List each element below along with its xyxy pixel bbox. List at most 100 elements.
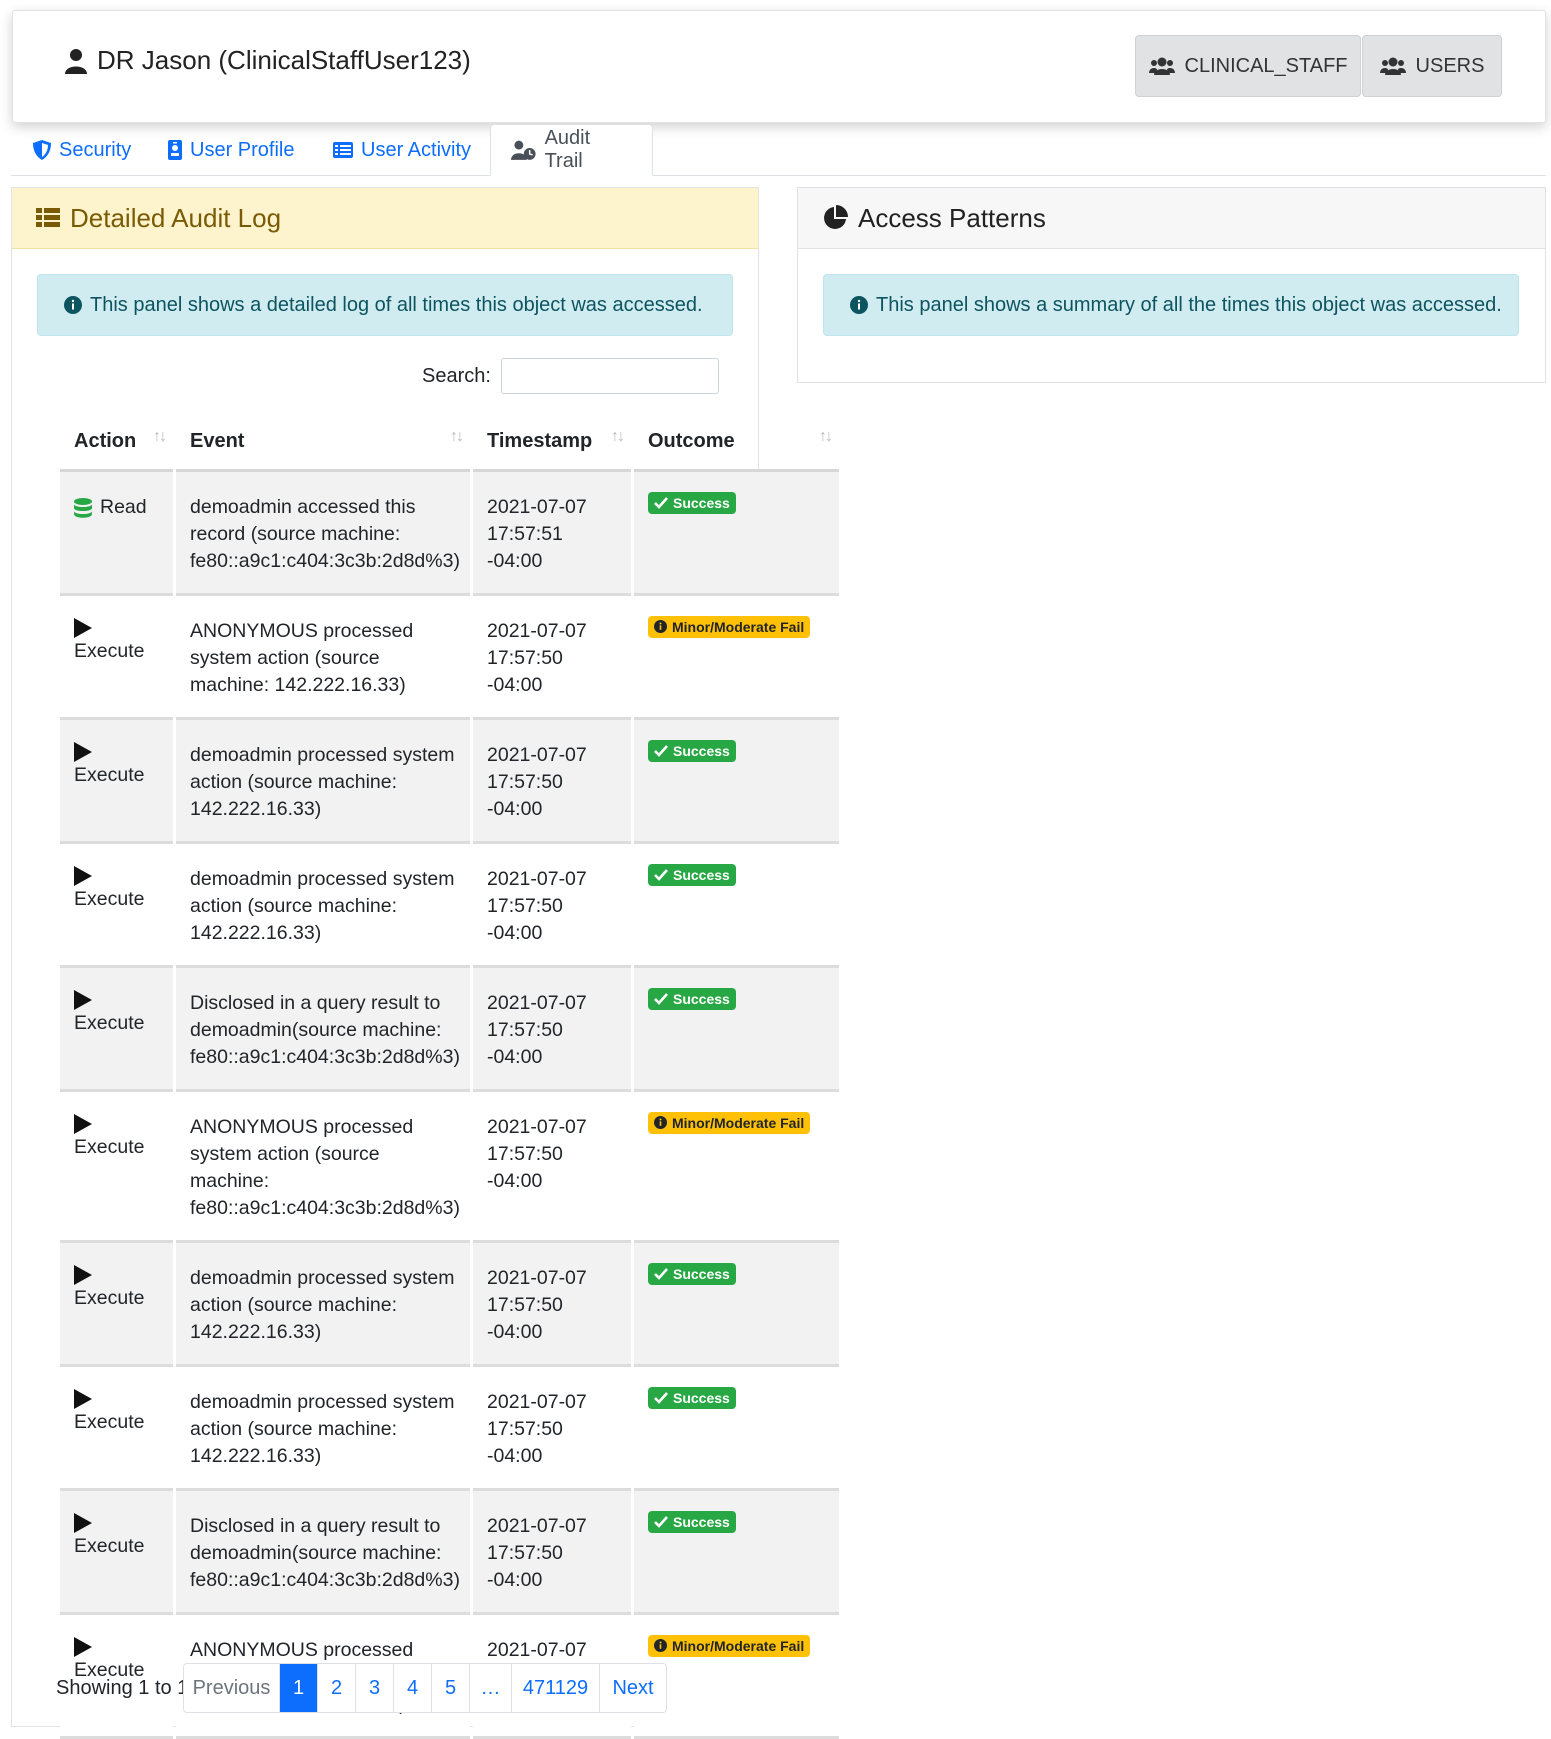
tab-security[interactable]: Security xyxy=(33,124,131,176)
cell-timestamp: 2021-07-07 17:57:50 -04:00 xyxy=(473,968,631,1092)
cell-event: Disclosed in a query result to demoadmin… xyxy=(176,968,470,1092)
action-label: Execute xyxy=(74,888,145,910)
cell-action: Execute xyxy=(60,844,173,968)
pagination-next[interactable]: Next xyxy=(600,1664,666,1712)
cell-timestamp: 2021-07-07 17:57:50 -04:00 xyxy=(473,1491,631,1615)
outcome-label: Minor/Moderate Fail xyxy=(672,1637,805,1654)
action-label: Execute xyxy=(74,1287,145,1309)
table-row: Execute demoadmin processed system action… xyxy=(60,720,839,844)
cell-outcome: Success xyxy=(634,844,839,968)
action-read: Read xyxy=(74,494,163,521)
cell-timestamp: 2021-07-07 17:57:50 -04:00 xyxy=(473,720,631,844)
outcome-badge: Success xyxy=(648,1511,736,1533)
outcome-label: Minor/Moderate Fail xyxy=(672,1114,805,1131)
column-header-timestamp-label: Timestamp xyxy=(487,430,593,452)
outcome-badge: Success xyxy=(648,864,736,886)
search-label: Search: xyxy=(422,364,491,387)
action-execute: Execute xyxy=(74,990,163,1037)
tab-user-profile[interactable]: User Profile xyxy=(168,124,294,176)
user-title: DR Jason (ClinicalStaffUser123) xyxy=(65,45,471,76)
pagination-page[interactable]: 4 xyxy=(394,1664,432,1712)
play-icon xyxy=(74,742,92,762)
access-patterns-info-text: This panel shows a summary of all the ti… xyxy=(876,293,1502,316)
play-icon xyxy=(74,866,92,886)
audit-log-info-text: This panel shows a detailed log of all t… xyxy=(90,293,703,316)
table-row: Execute demoadmin processed system action… xyxy=(60,1367,839,1491)
pagination-page[interactable]: 1 xyxy=(280,1664,318,1712)
column-header-event[interactable]: Event ↑↓ xyxy=(176,414,470,472)
search-input[interactable] xyxy=(500,358,719,394)
cell-action: Read xyxy=(60,472,173,596)
outcome-label: Success xyxy=(673,867,730,883)
play-icon xyxy=(74,1513,92,1533)
outcome-label: Success xyxy=(673,1390,730,1406)
outcome-badge: Success xyxy=(648,1387,736,1409)
tab-audit-trail[interactable]: Audit Trail xyxy=(490,124,653,176)
play-icon xyxy=(74,990,92,1010)
table-row: Read demoadmin accessed this record (sour… xyxy=(60,472,839,596)
cell-event: ANONYMOUS processed system action (sourc… xyxy=(176,596,470,720)
outcome-badge: Minor/Moderate Fail xyxy=(648,615,811,638)
cell-event: demoadmin processed system action (sourc… xyxy=(176,1243,470,1367)
column-header-outcome[interactable]: Outcome ↑↓ xyxy=(634,414,839,472)
check-icon xyxy=(654,497,668,509)
tab-bar: Security User Profile User Activity Audi… xyxy=(11,124,1546,176)
tab-security-label: Security xyxy=(59,138,132,161)
pagination-page[interactable]: 3 xyxy=(356,1664,394,1712)
cell-event: demoadmin processed system action (sourc… xyxy=(176,720,470,844)
action-execute: Execute xyxy=(74,742,163,789)
info-circle-icon xyxy=(654,620,667,633)
table-row: Execute ANONYMOUS processed system action… xyxy=(60,1092,839,1243)
info-circle-icon xyxy=(654,1116,667,1129)
sort-icon: ↑↓ xyxy=(450,428,464,445)
outcome-label: Success xyxy=(673,1514,730,1530)
cell-action: Execute xyxy=(60,1491,173,1615)
action-execute: Execute xyxy=(74,1389,163,1436)
cell-action: Execute xyxy=(60,968,173,1092)
access-patterns-panel: Access Patterns This panel shows a summa… xyxy=(797,187,1546,383)
column-header-action[interactable]: Action ↑↓ xyxy=(60,414,173,472)
cell-event: Disclosed in a query result to demoadmin… xyxy=(176,1491,470,1615)
action-label: Execute xyxy=(74,1136,145,1158)
column-header-timestamp[interactable]: Timestamp ↑↓ xyxy=(473,414,631,472)
action-label: Execute xyxy=(74,764,145,786)
database-icon xyxy=(74,497,92,518)
play-icon xyxy=(74,1637,92,1657)
outcome-badge: Minor/Moderate Fail xyxy=(648,1634,811,1657)
outcome-badge: Success xyxy=(648,1263,736,1285)
pagination-page[interactable]: 5 xyxy=(432,1664,470,1712)
audit-table-body: Read demoadmin accessed this record (sour… xyxy=(60,472,839,1739)
play-icon xyxy=(74,1114,92,1134)
cell-event: ANONYMOUS processed system action (sourc… xyxy=(176,1092,470,1243)
tab-user-activity[interactable]: User Activity xyxy=(333,124,471,176)
cell-timestamp: 2021-07-07 17:57:50 -04:00 xyxy=(473,1367,631,1491)
clinical-staff-button[interactable]: CLINICAL_STAFF xyxy=(1135,35,1361,97)
clinical-staff-label: CLINICAL_STAFF xyxy=(1184,54,1348,77)
audit-table: Action ↑↓ Event ↑↓ Timestamp ↑↓ Outcome ↑↓ R… xyxy=(57,414,842,1739)
sort-icon: ↑↓ xyxy=(611,428,625,445)
pagination-page[interactable]: 471129 xyxy=(512,1664,600,1712)
check-icon xyxy=(654,745,668,757)
tab-user-activity-label: User Activity xyxy=(361,138,472,161)
pie-chart-icon xyxy=(824,205,848,229)
users-icon xyxy=(1379,57,1406,75)
sort-icon: ↑↓ xyxy=(153,428,167,445)
audit-log-header: Detailed Audit Log xyxy=(12,188,758,249)
pagination-previous[interactable]: Previous xyxy=(184,1664,280,1712)
shield-icon xyxy=(33,140,51,160)
table-row: Execute demoadmin processed system action… xyxy=(60,1243,839,1367)
pagination-page[interactable]: 2 xyxy=(318,1664,356,1712)
cell-action: Execute xyxy=(60,596,173,720)
users-button[interactable]: USERS xyxy=(1362,35,1502,97)
search-group: Search: xyxy=(422,358,719,394)
cell-outcome: Success xyxy=(634,1491,839,1615)
outcome-label: Success xyxy=(673,991,730,1007)
table-row: Execute Disclosed in a query result to de… xyxy=(60,968,839,1092)
audit-log-title: Detailed Audit Log xyxy=(70,202,282,233)
cell-timestamp: 2021-07-07 17:57:51 -04:00 xyxy=(473,472,631,596)
play-icon xyxy=(74,1389,92,1409)
pagination-ellipsis: … xyxy=(470,1664,512,1712)
action-label: Read xyxy=(100,496,147,518)
check-icon xyxy=(654,1268,668,1280)
action-execute: Execute xyxy=(74,618,163,665)
